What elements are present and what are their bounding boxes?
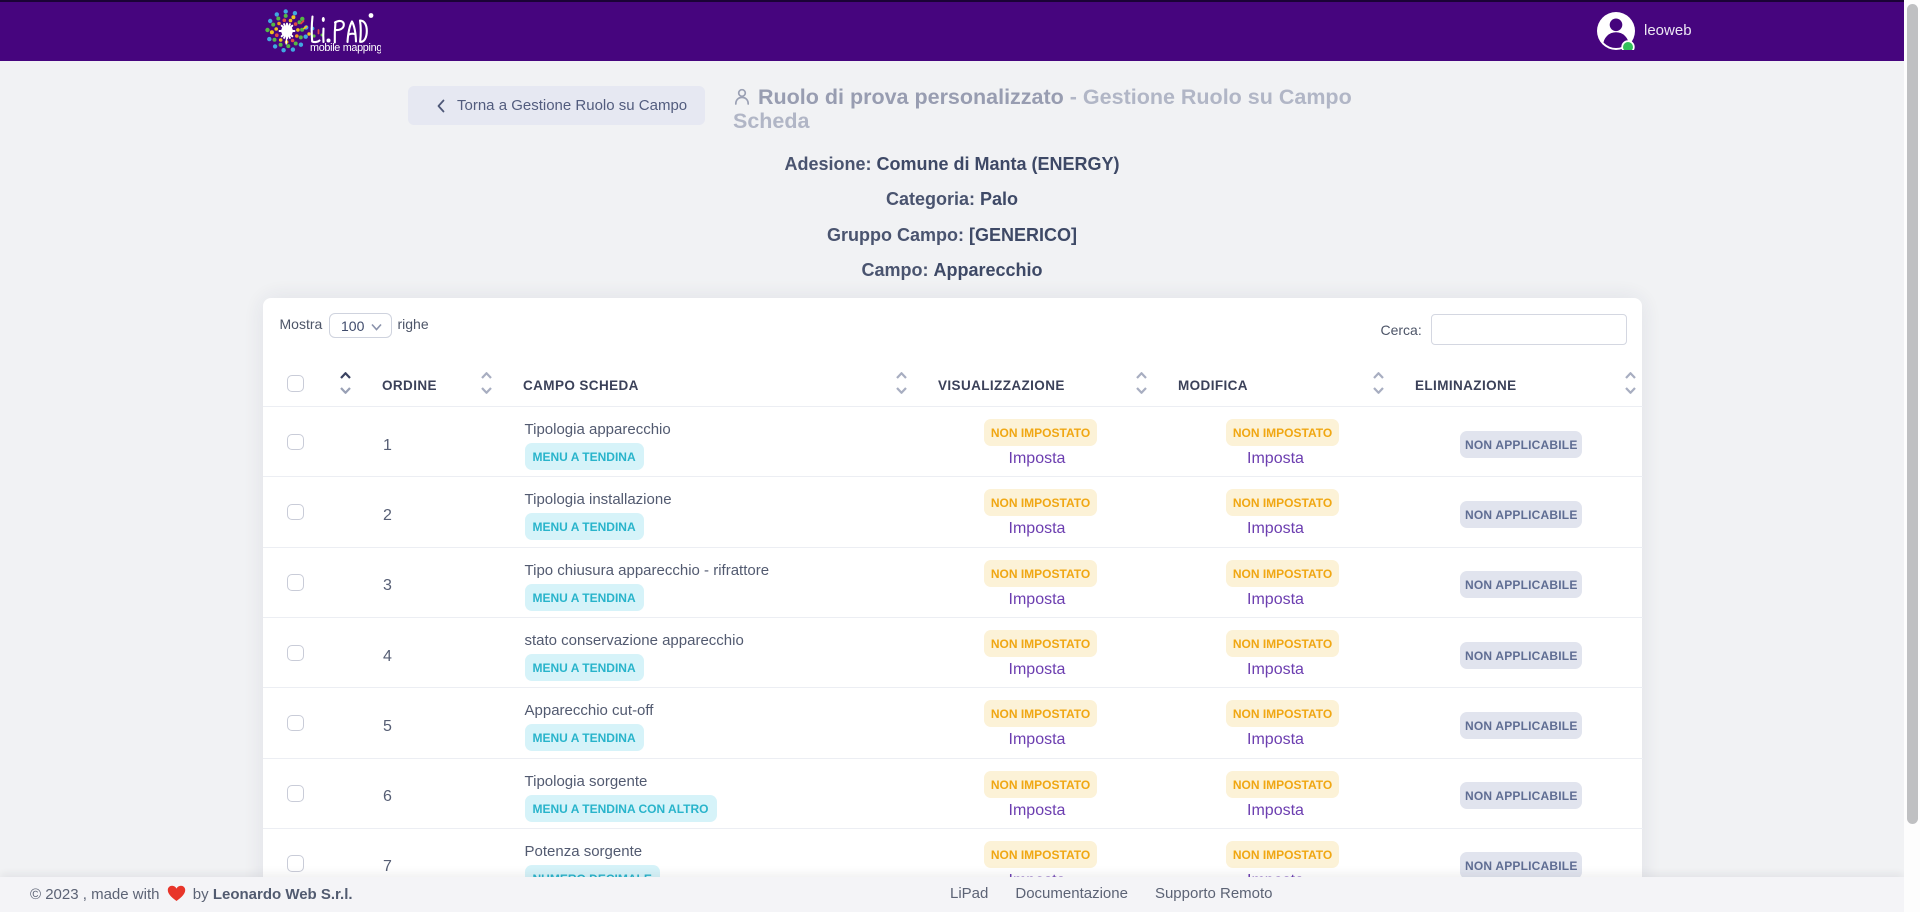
svg-text:mobile mapping: mobile mapping — [310, 42, 381, 54]
